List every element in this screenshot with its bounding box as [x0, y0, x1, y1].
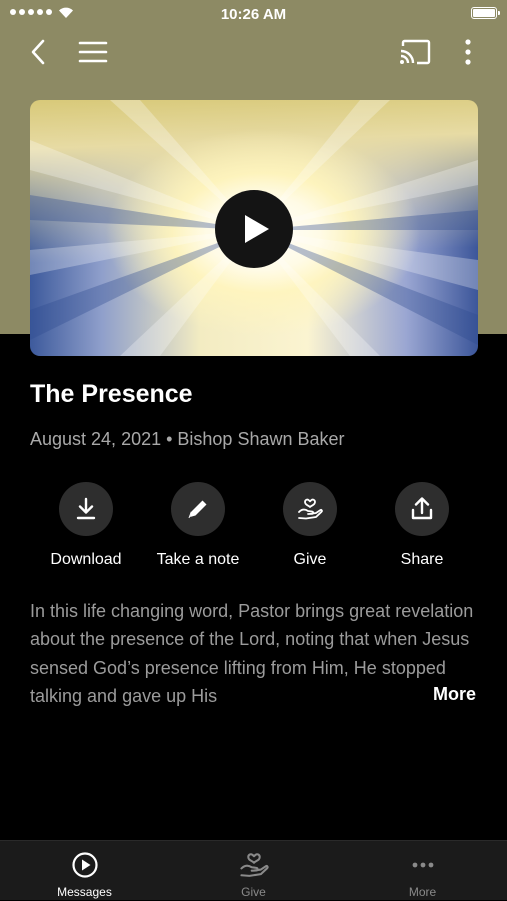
- tab-messages-label: Messages: [57, 885, 112, 899]
- battery-icon: [471, 7, 500, 19]
- more-horizontal-icon: [412, 862, 434, 868]
- tab-give[interactable]: Give: [169, 841, 338, 901]
- download-icon: [76, 497, 96, 520]
- back-button[interactable]: [24, 36, 56, 68]
- tab-more[interactable]: More: [338, 841, 507, 901]
- take-note-action[interactable]: Take a note: [142, 482, 254, 574]
- share-label: Share: [400, 551, 444, 568]
- share-button[interactable]: [395, 482, 449, 536]
- play-button[interactable]: [215, 190, 293, 268]
- heart-hand-icon: [298, 498, 323, 520]
- more-vertical-icon: [465, 39, 471, 65]
- chevron-left-icon: [31, 39, 45, 65]
- heart-hand-icon: [240, 853, 269, 877]
- read-more-link[interactable]: More: [431, 684, 477, 705]
- status-bar: 10:26 AM: [0, 0, 507, 28]
- share-action[interactable]: Share: [366, 482, 478, 574]
- download-label: Download: [50, 551, 122, 568]
- tab-more-label: More: [408, 885, 437, 899]
- cast-icon: [400, 39, 431, 65]
- status-time: 10:26 AM: [220, 6, 287, 23]
- bottom-tab-bar: Messages Give More: [0, 840, 507, 900]
- share-icon: [411, 497, 433, 520]
- more-options-button[interactable]: [456, 36, 480, 68]
- take-note-label: Take a note: [156, 551, 240, 568]
- download-button[interactable]: [59, 482, 113, 536]
- give-button[interactable]: [283, 482, 337, 536]
- give-label: Give: [293, 551, 327, 568]
- menu-button[interactable]: [76, 36, 110, 68]
- give-action[interactable]: Give: [254, 482, 366, 574]
- sermon-date-speaker: August 24, 2021 • Bishop Shawn Baker: [30, 429, 345, 449]
- play-circle-icon: [72, 852, 98, 878]
- cast-button[interactable]: [398, 36, 432, 68]
- tab-give-label: Give: [241, 885, 266, 899]
- play-icon: [245, 215, 269, 243]
- download-action[interactable]: Download: [30, 482, 142, 574]
- tab-messages[interactable]: Messages: [0, 841, 169, 901]
- sermon-title: The Presence: [30, 380, 193, 408]
- hamburger-menu-icon: [78, 41, 108, 63]
- video-thumbnail[interactable]: [30, 100, 478, 356]
- take-note-button[interactable]: [171, 482, 225, 536]
- pencil-icon: [188, 500, 207, 519]
